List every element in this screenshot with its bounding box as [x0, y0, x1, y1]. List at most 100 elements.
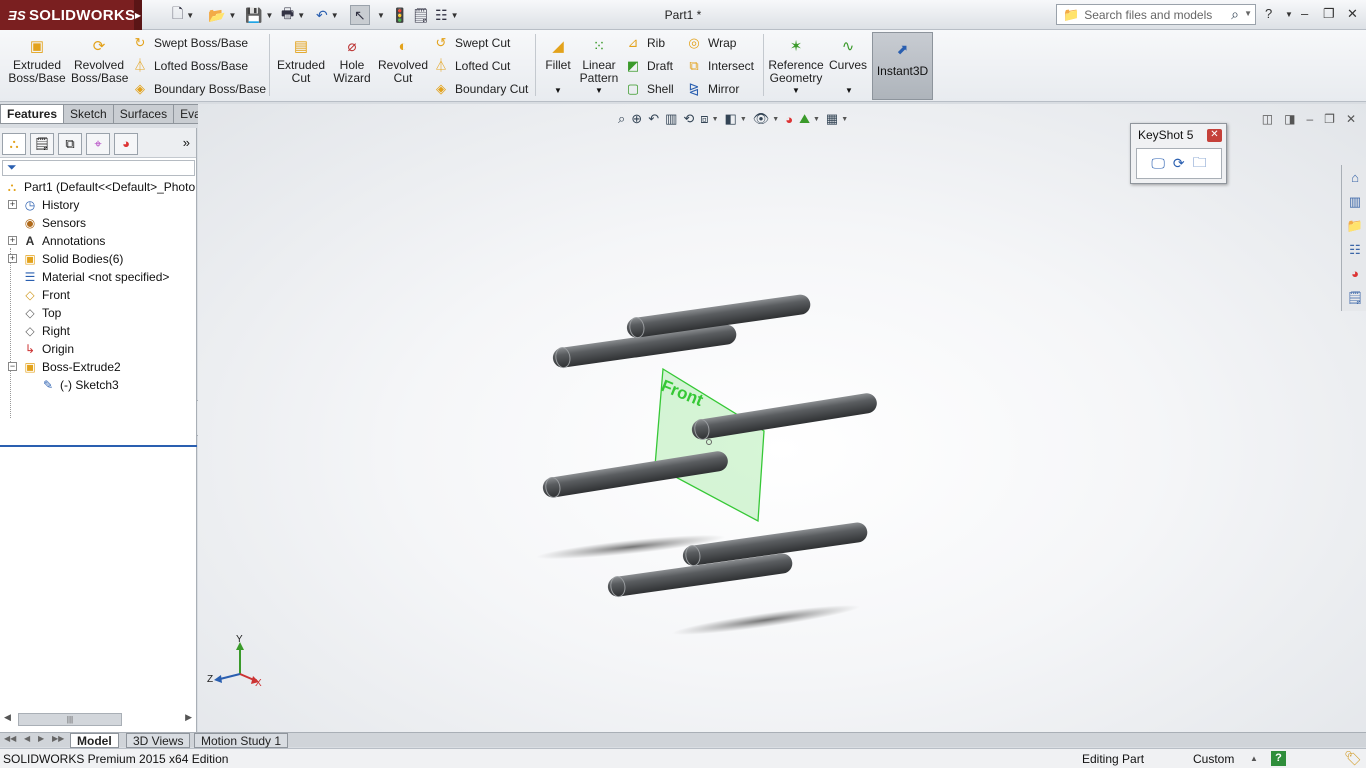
- quick-tips-button[interactable]: ?: [1271, 751, 1286, 766]
- lofted-cut-button[interactable]: ⏃ Lofted Cut: [433, 56, 510, 76]
- rib-button[interactable]: ⊿ Rib: [625, 33, 665, 53]
- search-dropdown-icon[interactable]: ▼: [1244, 9, 1252, 18]
- property-manager-tab[interactable]: 🗒: [30, 133, 54, 155]
- undo-button[interactable]: ↶ ▼: [316, 5, 339, 25]
- home-icon[interactable]: ⌂: [1345, 168, 1365, 188]
- rollback-bar[interactable]: [0, 445, 197, 447]
- options-button[interactable]: ☷ ▼: [435, 5, 458, 25]
- last-tab-icon[interactable]: ▶▶: [52, 734, 64, 743]
- reference-geometry-button[interactable]: ✶ Reference Geometry: [768, 38, 824, 85]
- fillet-dropdown-icon[interactable]: ▼: [554, 86, 562, 95]
- tree-item-origin[interactable]: ↳ Origin: [22, 340, 74, 358]
- tree-item-sensors[interactable]: ◉ Sensors: [22, 214, 86, 232]
- wrap-button[interactable]: ◎ Wrap: [686, 33, 736, 53]
- linear-pattern-dropdown-icon[interactable]: ▼: [595, 86, 603, 95]
- menu-arrow-icon[interactable]: ▶: [134, 0, 142, 30]
- fillet-button[interactable]: ◢ Fillet: [540, 38, 576, 72]
- mirror-button[interactable]: ⧎ Mirror: [686, 79, 740, 99]
- print-button[interactable]: 🖶 ▼: [281, 5, 305, 25]
- prev-tab-icon[interactable]: ◀: [24, 734, 30, 743]
- expand-toggle[interactable]: +: [8, 236, 17, 245]
- tree-item-front-plane[interactable]: ◇ Front: [22, 286, 70, 304]
- tab-sketch[interactable]: Sketch: [64, 104, 114, 124]
- keyshot-render-icon[interactable]: 🖵: [1151, 155, 1165, 172]
- select-button[interactable]: ↖: [350, 5, 370, 25]
- first-tab-icon[interactable]: ◀◀: [4, 734, 16, 743]
- extruded-cut-button[interactable]: ▤ Extruded Cut: [275, 38, 327, 85]
- hole-wizard-button[interactable]: ⌀ Hole Wizard: [330, 38, 374, 85]
- units-dropdown-icon[interactable]: ▲: [1250, 754, 1258, 763]
- tab-features[interactable]: Features: [0, 104, 65, 124]
- revolved-cut-button[interactable]: ◐ Revolved Cut: [377, 38, 429, 85]
- expand-toggle[interactable]: +: [8, 254, 17, 263]
- tree-item-solid-bodies[interactable]: + ▣ Solid Bodies(6): [8, 250, 123, 268]
- tree-item-annotations[interactable]: + A Annotations: [8, 232, 105, 250]
- tree-item-boss-extrude[interactable]: − ▣ Boss-Extrude2: [8, 358, 121, 376]
- revolved-boss-button[interactable]: ⟳ Revolved Boss/Base: [71, 38, 128, 85]
- expand-toggle[interactable]: +: [8, 200, 17, 209]
- feature-manager-tab[interactable]: ⛬: [2, 133, 26, 155]
- tree-item-part[interactable]: ⛬ Part1 (Default<<Default>_Photo: [4, 178, 195, 196]
- open-button[interactable]: 📂 ▼: [208, 5, 236, 25]
- configuration-manager-tab[interactable]: ⧉: [58, 133, 82, 155]
- tab-motion-study[interactable]: Motion Study 1: [194, 733, 289, 748]
- draft-button[interactable]: ◩ Draft: [625, 56, 673, 76]
- solidworks-logo[interactable]: ƎS SOLIDWORKS: [0, 0, 135, 30]
- boundary-cut-button[interactable]: ◈ Boundary Cut: [433, 79, 528, 99]
- view-palette-icon[interactable]: ☷: [1345, 240, 1365, 260]
- custom-properties-icon[interactable]: 🗒: [1345, 288, 1365, 308]
- minimize-button[interactable]: –: [1301, 6, 1308, 21]
- keyshot-toolbar[interactable]: KeyShot 5 ✕ 🖵 ⟳ 🗀: [1130, 123, 1227, 184]
- reference-geometry-dropdown-icon[interactable]: ▼: [792, 86, 800, 95]
- scrollbar-thumb[interactable]: |||: [18, 713, 122, 726]
- unit-system-selector[interactable]: Custom: [1193, 752, 1234, 766]
- horizontal-scrollbar[interactable]: ◀ ||| ▶: [4, 712, 192, 727]
- select-dropdown[interactable]: ▼: [374, 5, 385, 25]
- dimxpert-tab[interactable]: ⌖: [86, 133, 110, 155]
- next-tab-icon[interactable]: ▶: [38, 734, 44, 743]
- search-input[interactable]: 📁 Search files and models ⌕ ▼: [1056, 4, 1256, 25]
- tree-item-right-plane[interactable]: ◇ Right: [22, 322, 70, 340]
- tree-item-sketch[interactable]: ✎ (-) Sketch3: [40, 376, 119, 394]
- scroll-right-icon[interactable]: ▶: [185, 712, 192, 723]
- swept-cut-button[interactable]: ↺ Swept Cut: [433, 33, 511, 53]
- help-dropdown[interactable]: ▼: [1285, 10, 1293, 19]
- appearances-icon[interactable]: ◕: [1345, 264, 1365, 284]
- tree-item-material[interactable]: ☰ Material <not specified>: [22, 268, 170, 286]
- save-button[interactable]: 💾 ▼: [245, 5, 273, 25]
- new-document-button[interactable]: 🗋 ▼: [172, 5, 194, 25]
- tab-3d-views[interactable]: 3D Views: [126, 733, 191, 748]
- keyshot-settings-icon[interactable]: 🗀: [1193, 152, 1207, 176]
- display-manager-tab[interactable]: ◕: [114, 133, 138, 155]
- curves-button[interactable]: ∿ Curves: [828, 38, 868, 72]
- curves-dropdown-icon[interactable]: ▼: [845, 86, 853, 95]
- file-properties-button[interactable]: 🗒: [412, 5, 430, 25]
- instant3d-button[interactable]: ⬈ Instant3D: [872, 32, 933, 100]
- expand-panel-icon[interactable]: »: [183, 135, 190, 150]
- lofted-boss-button[interactable]: ⏃ Lofted Boss/Base: [132, 56, 248, 76]
- tab-surfaces[interactable]: Surfaces: [113, 104, 175, 124]
- tab-model[interactable]: Model: [70, 733, 119, 748]
- tree-item-history[interactable]: + ◷ History: [8, 196, 79, 214]
- intersect-button[interactable]: ⧉ Intersect: [686, 56, 754, 76]
- close-button[interactable]: ✕: [1347, 6, 1358, 22]
- scroll-left-icon[interactable]: ◀: [4, 712, 11, 723]
- tree-filter-input[interactable]: ⏷: [2, 160, 195, 176]
- design-library-icon[interactable]: ▥: [1345, 192, 1365, 212]
- extruded-boss-button[interactable]: ▣ Extruded Boss/Base: [8, 38, 66, 85]
- shell-button[interactable]: ▢ Shell: [625, 79, 674, 99]
- tree-item-top-plane[interactable]: ◇ Top: [22, 304, 61, 322]
- file-explorer-icon[interactable]: 📁: [1345, 216, 1365, 236]
- boundary-boss-button[interactable]: ◈ Boundary Boss/Base: [132, 79, 266, 99]
- keyshot-close-button[interactable]: ✕: [1207, 129, 1222, 142]
- restore-button[interactable]: ❐: [1323, 6, 1335, 22]
- collapse-toggle[interactable]: −: [8, 362, 17, 371]
- keyshot-update-icon[interactable]: ⟳: [1173, 155, 1185, 172]
- search-icon[interactable]: ⌕: [1231, 6, 1239, 23]
- graphics-area[interactable]: ⌕ ⊕ ↶ ▥ ⟲ ⧈ ▼ ◧ ▼ 👁 ▼ ◕ ⛰ ▼ ▦ ▼ ◫ ◨ – ❐ ✕: [198, 104, 1366, 732]
- tag-icon[interactable]: 🏷: [1344, 750, 1362, 767]
- swept-boss-button[interactable]: ↻ Swept Boss/Base: [132, 33, 249, 53]
- rebuild-button[interactable]: 🚦: [391, 5, 408, 25]
- linear-pattern-button[interactable]: ⁙ Linear Pattern: [577, 38, 621, 85]
- help-button[interactable]: ?: [1265, 6, 1272, 21]
